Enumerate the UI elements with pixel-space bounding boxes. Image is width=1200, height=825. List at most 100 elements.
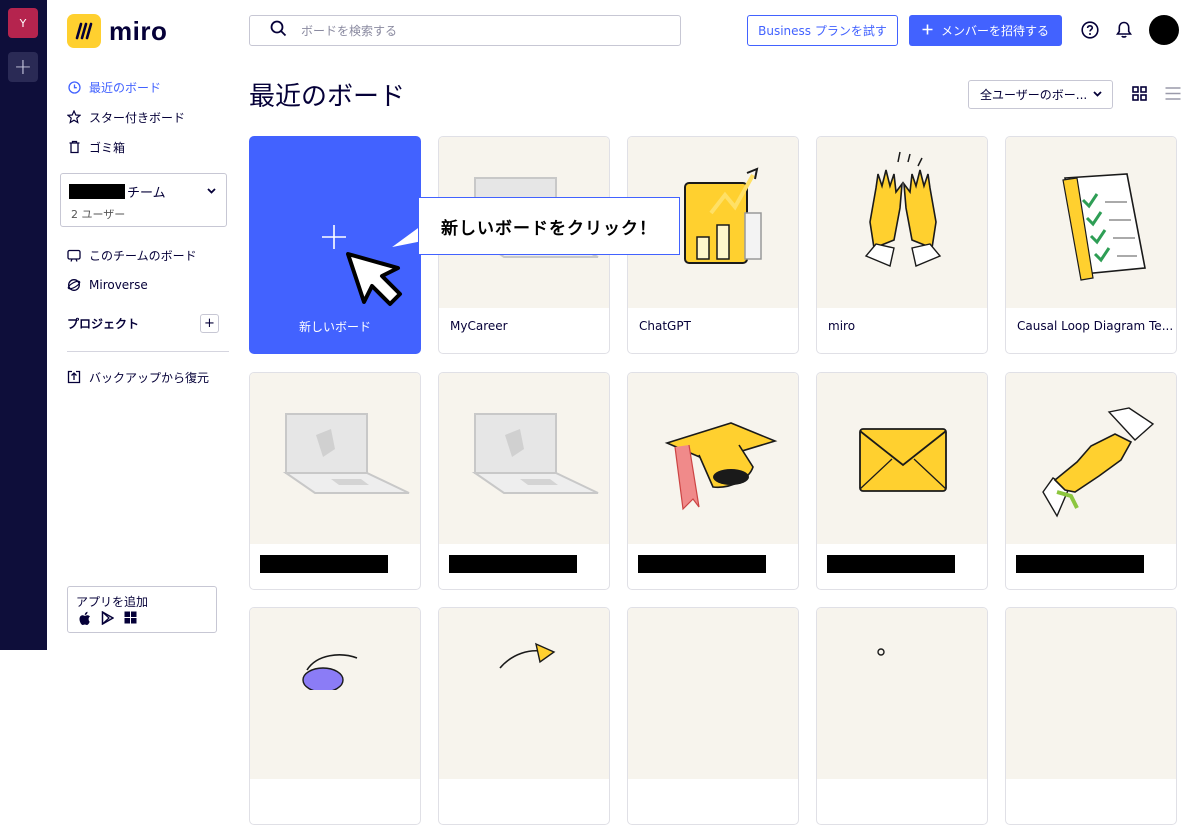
board-card[interactable] xyxy=(1005,607,1177,825)
search-icon xyxy=(270,20,287,41)
sidebar-divider xyxy=(67,351,229,352)
miro-logo-icon xyxy=(67,14,101,48)
board-card[interactable]: miro xyxy=(816,136,988,354)
nav-starred-boards[interactable]: スター付きボード xyxy=(67,102,237,132)
checklist-illustration xyxy=(1062,172,1146,281)
board-card[interactable] xyxy=(249,372,421,590)
board-thumbnail xyxy=(817,373,987,544)
nav-team-boards[interactable]: このチームのボード xyxy=(67,240,237,270)
chevron-down-icon xyxy=(207,184,216,197)
graduation-cap-illustration xyxy=(664,421,778,510)
board-card[interactable] xyxy=(249,607,421,825)
nav-label: ゴミ箱 xyxy=(89,140,126,155)
team-name-suffix: チーム xyxy=(127,186,166,201)
redacted-team-name xyxy=(69,184,125,199)
grid-view-icon[interactable] xyxy=(1132,86,1147,101)
user-avatar[interactable] xyxy=(1149,15,1179,45)
app-platform-icons xyxy=(78,610,137,630)
bell-icon[interactable] xyxy=(1115,21,1133,39)
board-thumbnail xyxy=(439,608,609,779)
nav-label: バックアップから復元 xyxy=(89,370,210,385)
board-thumbnail xyxy=(817,608,987,779)
board-search[interactable]: ボードを検索する xyxy=(249,15,681,46)
page-title: 最近のボード xyxy=(249,82,406,112)
board-card[interactable] xyxy=(1005,372,1177,590)
list-view-icon[interactable] xyxy=(1165,86,1181,101)
redacted-board-name xyxy=(1016,555,1144,573)
board-icon xyxy=(67,248,81,262)
board-thumbnail xyxy=(250,608,420,779)
board-name: ChatGPT xyxy=(639,319,691,333)
team-nav: このチームのボード Miroverse xyxy=(67,240,237,300)
projects-label: プロジェクト xyxy=(67,317,140,331)
nav-label: 最近のボード xyxy=(89,80,162,95)
board-card[interactable] xyxy=(627,372,799,590)
nav-trash[interactable]: ゴミ箱 xyxy=(67,132,237,162)
board-thumbnail xyxy=(439,373,609,544)
board-card[interactable] xyxy=(438,372,610,590)
board-name: Causal Loop Diagram Te... xyxy=(1017,319,1174,333)
board-thumbnail xyxy=(628,608,798,779)
miroverse-icon xyxy=(67,278,81,292)
redacted-board-name xyxy=(827,555,955,573)
board-card[interactable]: Causal Loop Diagram Te... xyxy=(1005,136,1177,354)
tutorial-callout: 新しいボードをクリック！ xyxy=(418,197,680,255)
board-card[interactable] xyxy=(438,607,610,825)
arrow-illustration xyxy=(499,642,556,669)
board-card[interactable] xyxy=(816,372,988,590)
workspace-avatar[interactable]: Y xyxy=(8,8,38,38)
board-thumbnail xyxy=(250,373,420,544)
star-icon xyxy=(67,110,81,124)
board-thumbnail xyxy=(817,137,987,308)
board-name: miro xyxy=(828,319,856,333)
google-play-icon[interactable] xyxy=(101,610,115,630)
board-illustration xyxy=(877,648,885,656)
invite-label: メンバーを招待する xyxy=(940,24,1049,38)
board-thumbnail xyxy=(1006,373,1176,544)
board-illustration xyxy=(302,654,358,690)
invite-members-button[interactable]: メンバーを招待する xyxy=(909,15,1062,46)
handshake-illustration xyxy=(1042,406,1155,518)
add-project-button[interactable]: + xyxy=(200,314,219,333)
team-member-count: 2 ユーザー xyxy=(71,208,126,221)
laptop-illustration xyxy=(471,412,599,494)
help-icon[interactable] xyxy=(1081,21,1099,39)
nav-recent-boards[interactable]: 最近のボード xyxy=(67,72,237,102)
miro-logo[interactable]: miro xyxy=(67,14,167,48)
new-board-label: 新しいボード xyxy=(298,320,371,334)
board-thumbnail xyxy=(628,373,798,544)
redacted-board-name xyxy=(449,555,577,573)
board-card[interactable] xyxy=(816,607,988,825)
workspace-rail: Y + xyxy=(0,0,47,650)
cursor-icon xyxy=(346,252,402,306)
redacted-board-name xyxy=(638,555,766,573)
apple-icon[interactable] xyxy=(78,611,91,630)
board-card[interactable] xyxy=(627,607,799,825)
windows-icon[interactable] xyxy=(124,611,137,630)
plus-icon xyxy=(922,24,933,38)
laptop-illustration xyxy=(282,412,410,494)
nav-miroverse[interactable]: Miroverse xyxy=(67,270,237,300)
nav-label: スター付きボード xyxy=(89,110,186,125)
add-apps-title: アプリを追加 xyxy=(76,595,149,609)
search-input[interactable]: ボードを検索する xyxy=(301,22,397,39)
add-workspace-button[interactable]: + xyxy=(8,52,38,82)
sidebar: miro 最近のボード スター付きボード ゴミ箱 チーム 2 ユーザー このチー… xyxy=(47,0,237,650)
projects-header: プロジェクト + xyxy=(67,314,219,333)
board-thumbnail xyxy=(1006,608,1176,779)
team-switcher[interactable]: チーム 2 ユーザー xyxy=(60,173,227,227)
try-business-plan-button[interactable]: Business プランを試す xyxy=(747,15,898,46)
restore-backup[interactable]: バックアップから復元 xyxy=(67,362,237,392)
nav-restore-backup[interactable]: バックアップから復元 xyxy=(67,362,237,392)
owner-filter-select[interactable]: 全ユーザーのボー... xyxy=(968,80,1113,109)
team-name: チーム xyxy=(69,182,166,201)
add-apps-panel[interactable]: アプリを追加 xyxy=(67,586,217,633)
filter-label: 全ユーザーのボー... xyxy=(980,88,1088,102)
nav-label: Miroverse xyxy=(89,278,148,292)
chevron-down-icon xyxy=(1093,89,1102,100)
callout-tail xyxy=(389,226,420,249)
brand-name: miro xyxy=(109,15,168,46)
hands-illustration xyxy=(864,151,942,267)
nav-label: このチームのボード xyxy=(89,248,197,263)
board-thumbnail xyxy=(1006,137,1176,308)
